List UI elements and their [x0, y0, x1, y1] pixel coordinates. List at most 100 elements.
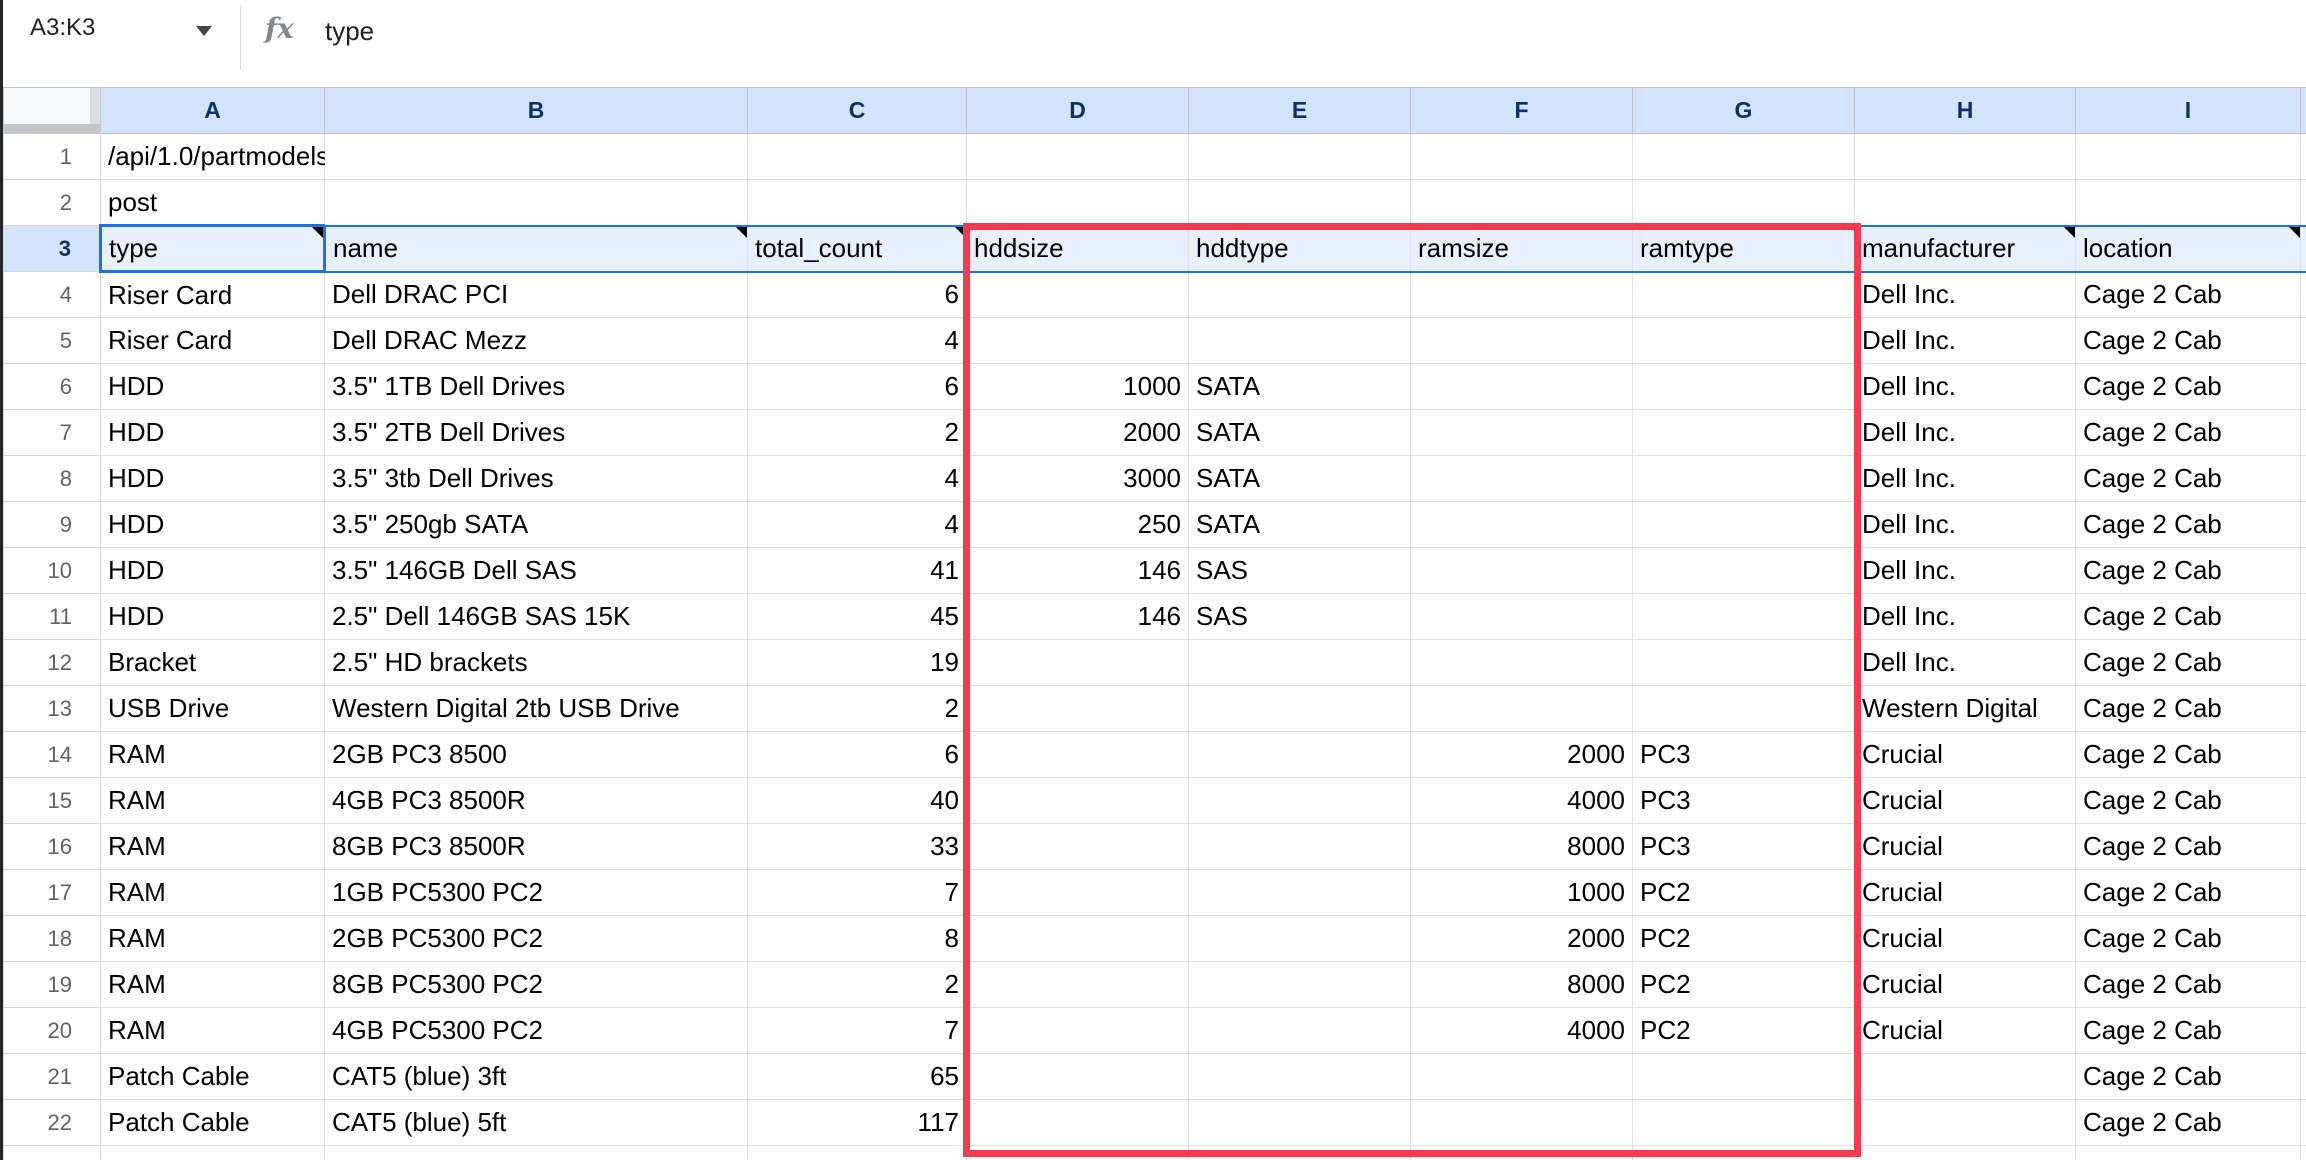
cell-manufacturer[interactable]: Western Digital	[1855, 686, 2076, 732]
cell-header-ramtype[interactable]: ramtype	[1633, 226, 1855, 272]
cell-a1[interactable]: /api/1.0/partmodels/	[101, 134, 325, 180]
cell-hddtype[interactable]	[1189, 318, 1411, 364]
row-header[interactable]: 21	[4, 1054, 101, 1100]
cell-hddsize[interactable]	[967, 962, 1189, 1008]
cell-hddtype[interactable]	[1189, 870, 1411, 916]
column-header-e[interactable]: E	[1189, 88, 1411, 134]
cell-name[interactable]: 8GB PC3 8500R	[325, 824, 748, 870]
cell-hddsize[interactable]	[967, 686, 1189, 732]
cell-hddtype[interactable]	[1189, 962, 1411, 1008]
cell-location[interactable]: Cage 2 Cab	[2076, 410, 2301, 456]
row-header[interactable]: 13	[4, 686, 101, 732]
name-box-dropdown-icon[interactable]	[196, 26, 212, 36]
row-header[interactable]: 15	[4, 778, 101, 824]
cell-manufacturer[interactable]	[1855, 1100, 2076, 1146]
cell-manufacturer[interactable]: Dell Inc.	[1855, 364, 2076, 410]
row-header[interactable]: 3	[4, 226, 101, 272]
cell-type[interactable]: Riser Card	[101, 272, 325, 318]
column-header-a[interactable]: A	[101, 88, 325, 134]
cell-hddtype[interactable]: SATA	[1189, 502, 1411, 548]
cell-location[interactable]: Cage 2 Cab	[2076, 548, 2301, 594]
cell-a2[interactable]: post	[101, 180, 325, 226]
cell-type[interactable]: RAM	[101, 870, 325, 916]
cell-ramsize[interactable]	[1411, 640, 1633, 686]
cell-location[interactable]: Cage 2 Cab	[2076, 502, 2301, 548]
cell-manufacturer[interactable]: Crucial	[1855, 870, 2076, 916]
cell-header-name[interactable]: name	[325, 226, 748, 272]
cell[interactable]	[748, 180, 967, 226]
cell-ramtype[interactable]	[1633, 686, 1855, 732]
cell-hddsize[interactable]	[967, 272, 1189, 318]
cell-manufacturer[interactable]: Crucial	[1855, 824, 2076, 870]
cell-location[interactable]: Cage 2 Cab	[2076, 686, 2301, 732]
cell-ramtype[interactable]	[1633, 1054, 1855, 1100]
cell-location[interactable]: Cage 2 Cab	[2076, 732, 2301, 778]
row-header[interactable]: 19	[4, 962, 101, 1008]
cell-total-count[interactable]: 117	[748, 1100, 967, 1146]
cell-manufacturer[interactable]: Crucial	[1855, 962, 2076, 1008]
cell-ramtype[interactable]	[1633, 594, 1855, 640]
cell-location[interactable]: Cage 2 Cab	[2076, 778, 2301, 824]
cell-header-manufacturer[interactable]: manufacturer	[1855, 226, 2076, 272]
cell-total-count[interactable]: 2	[748, 410, 967, 456]
cell[interactable]	[1855, 134, 2076, 180]
cell[interactable]	[967, 134, 1189, 180]
cell-hddtype[interactable]	[1189, 732, 1411, 778]
cell-ramsize[interactable]: 2000	[1411, 916, 1633, 962]
active-cell-type[interactable]: type	[101, 226, 325, 272]
cell-header-hddsize[interactable]: hddsize	[967, 226, 1189, 272]
cell-type[interactable]: Patch Cable	[101, 1100, 325, 1146]
cell-type[interactable]: RAM	[101, 1008, 325, 1054]
cell-hddsize[interactable]	[967, 732, 1189, 778]
cell-manufacturer[interactable]: Dell Inc.	[1855, 318, 2076, 364]
cell[interactable]	[1855, 1146, 2076, 1160]
cell-location[interactable]: Cage 2 Cab	[2076, 272, 2301, 318]
cell-total-count[interactable]: 4	[748, 456, 967, 502]
cell-location[interactable]: Cage 2 Cab	[2076, 456, 2301, 502]
row-header[interactable]: 16	[4, 824, 101, 870]
cell[interactable]	[2076, 180, 2301, 226]
cell-hddtype[interactable]: SAS	[1189, 548, 1411, 594]
cell-ramtype[interactable]	[1633, 1100, 1855, 1146]
cell-manufacturer[interactable]: Dell Inc.	[1855, 272, 2076, 318]
cell[interactable]	[1411, 1146, 1633, 1160]
cell-name[interactable]: 4GB PC3 8500R	[325, 778, 748, 824]
cell-name[interactable]: Western Digital 2tb USB Drive	[325, 686, 748, 732]
cell-hddtype[interactable]	[1189, 1100, 1411, 1146]
cell[interactable]	[325, 1146, 748, 1160]
cell-total-count[interactable]: 41	[748, 548, 967, 594]
cell[interactable]	[1189, 134, 1411, 180]
row-header[interactable]: 9	[4, 502, 101, 548]
cell-ramtype[interactable]: PC2	[1633, 870, 1855, 916]
select-all-corner[interactable]	[4, 88, 101, 134]
cell-manufacturer[interactable]: Dell Inc.	[1855, 502, 2076, 548]
cell[interactable]	[1855, 180, 2076, 226]
cell-hddsize[interactable]	[967, 824, 1189, 870]
cell-manufacturer[interactable]: Crucial	[1855, 732, 2076, 778]
cell-type[interactable]: RAM	[101, 916, 325, 962]
cell-total-count[interactable]: 4	[748, 502, 967, 548]
cell-name[interactable]: 3.5" 2TB Dell Drives	[325, 410, 748, 456]
cell-hddtype[interactable]	[1189, 272, 1411, 318]
cell-hddsize[interactable]: 2000	[967, 410, 1189, 456]
cell-total-count[interactable]: 6	[748, 732, 967, 778]
cell-total-count[interactable]: 2	[748, 686, 967, 732]
cell[interactable]	[1633, 134, 1855, 180]
cell-name[interactable]: 2GB PC3 8500	[325, 732, 748, 778]
cell-type[interactable]: HDD	[101, 548, 325, 594]
cell-ramsize[interactable]	[1411, 456, 1633, 502]
cell-hddsize[interactable]	[967, 778, 1189, 824]
cell-ramtype[interactable]: PC2	[1633, 962, 1855, 1008]
row-header[interactable]: 22	[4, 1100, 101, 1146]
cell-ramsize[interactable]	[1411, 272, 1633, 318]
cell-name[interactable]: 2.5" Dell 146GB SAS 15K	[325, 594, 748, 640]
cell-location[interactable]: Cage 2 Cab	[2076, 364, 2301, 410]
cell-ramtype[interactable]	[1633, 456, 1855, 502]
cell-ramsize[interactable]: 1000	[1411, 870, 1633, 916]
cell-total-count[interactable]: 7	[748, 1008, 967, 1054]
cell-header-hddtype[interactable]: hddtype	[1189, 226, 1411, 272]
row-header[interactable]: 1	[4, 134, 101, 180]
column-header-f[interactable]: F	[1411, 88, 1633, 134]
cell-header-total-count[interactable]: total_count	[748, 226, 967, 272]
cell-ramtype[interactable]	[1633, 548, 1855, 594]
